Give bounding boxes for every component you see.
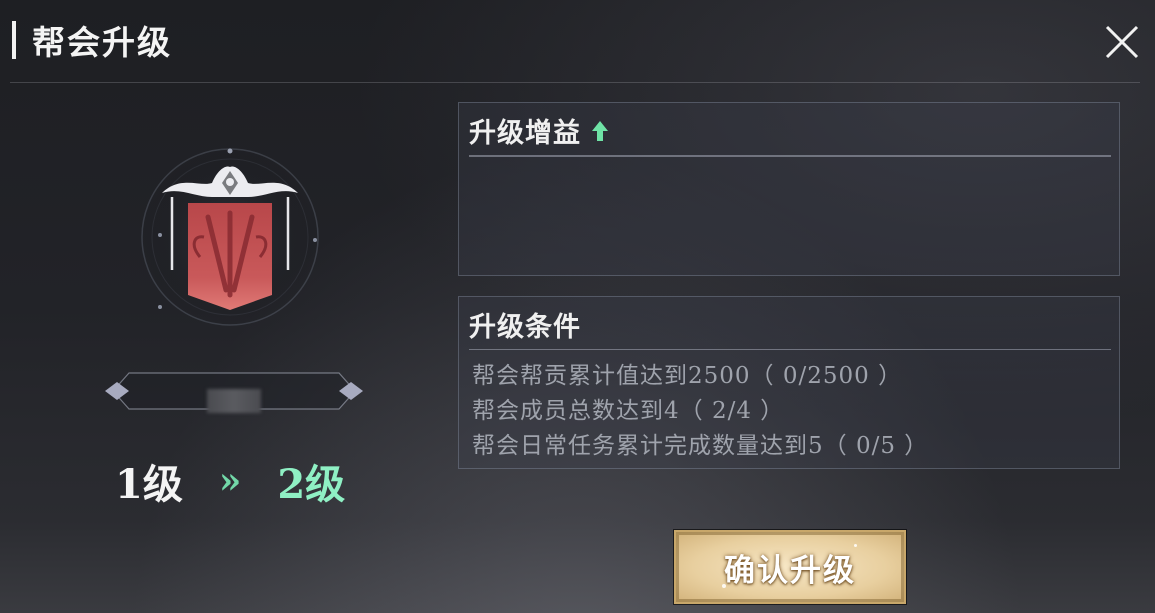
condition-item: 帮会帮贡累计值达到2500（ 0/2500 ） <box>472 363 903 389</box>
guild-banner-emblem-icon <box>130 145 330 330</box>
benefits-divider <box>469 155 1111 157</box>
level-change: 1级 » 2级 <box>115 455 365 508</box>
up-arrow-icon <box>592 120 608 141</box>
upgrade-benefits-panel: 升级增益 <box>458 102 1120 276</box>
title-accent-bar <box>12 21 16 59</box>
conditions-list: 帮会帮贡累计值达到2500（ 0/2500 ） 帮会成员总数达到4（ 2/4 ）… <box>472 359 928 464</box>
confirm-upgrade-label: 确认升级 <box>724 552 856 589</box>
header-divider <box>10 82 1140 83</box>
guild-name-redacted <box>207 389 261 413</box>
level-arrow-icon: » <box>218 460 242 502</box>
current-level: 1级 <box>115 461 183 508</box>
conditions-divider <box>469 349 1111 350</box>
benefits-heading: 升级增益 <box>469 111 609 150</box>
button-sparkle <box>722 584 726 588</box>
condition-item: 帮会日常任务累计完成数量达到5（ 0/5 ） <box>472 433 929 459</box>
close-button[interactable] <box>1102 22 1142 62</box>
conditions-heading-label: 升级条件 <box>469 312 581 343</box>
dialog-title: 帮会升级 <box>32 23 172 62</box>
conditions-heading: 升级条件 <box>469 305 581 344</box>
dialog-title-bar: 帮会升级 <box>12 20 172 62</box>
condition-item: 帮会成员总数达到4（ 2/4 ） <box>472 398 785 424</box>
benefits-heading-label: 升级增益 <box>469 118 581 149</box>
upgrade-conditions-panel: 升级条件 帮会帮贡累计值达到2500（ 0/2500 ） 帮会成员总数达到4（ … <box>458 296 1120 469</box>
button-sparkle <box>854 544 857 547</box>
confirm-upgrade-button[interactable]: 确认升级 <box>674 530 906 604</box>
next-level: 2级 <box>277 461 346 508</box>
close-icon <box>1105 25 1139 59</box>
